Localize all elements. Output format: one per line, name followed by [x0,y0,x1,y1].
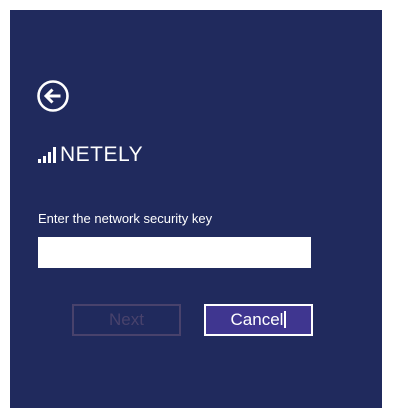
security-key-input[interactable] [38,237,311,268]
next-button[interactable]: Next [72,304,181,336]
network-name: NETELY [60,143,144,166]
cancel-label: Cancel [230,310,284,329]
wifi-connect-panel: NETELY Enter the network security key Ne… [10,10,382,408]
back-button[interactable] [35,78,71,114]
network-row: NETELY [38,141,143,169]
cancel-button[interactable]: Cancel [204,304,313,336]
security-key-label: Enter the network security key [38,211,213,226]
back-arrow-icon [37,80,69,112]
text-cursor [284,311,287,328]
wifi-signal-icon [38,147,56,163]
